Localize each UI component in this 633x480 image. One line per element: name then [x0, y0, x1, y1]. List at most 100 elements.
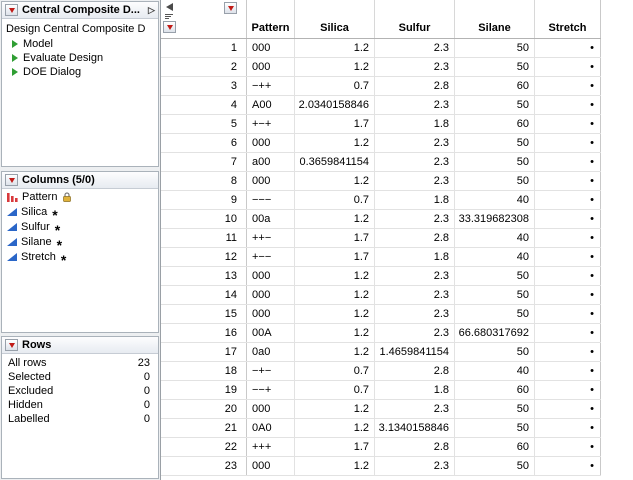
silane-cell[interactable]: 40 — [455, 362, 535, 380]
column-header-stretch[interactable]: Stretch — [535, 0, 601, 38]
silane-cell[interactable]: 60 — [455, 115, 535, 133]
silane-cell[interactable]: 50 — [455, 400, 535, 418]
silane-cell[interactable]: 50 — [455, 134, 535, 152]
stat-excluded[interactable]: Excluded 0 — [2, 384, 158, 398]
stretch-cell[interactable]: • — [535, 248, 601, 266]
sulfur-cell[interactable]: 2.3 — [375, 39, 455, 57]
silica-cell[interactable]: 1.2 — [295, 419, 375, 437]
row-number-cell[interactable]: 13 — [161, 267, 247, 285]
panel-expand-icon[interactable]: ▷ — [148, 5, 155, 16]
silica-cell[interactable]: 1.2 — [295, 267, 375, 285]
row-number-cell[interactable]: 18 — [161, 362, 247, 380]
silane-cell[interactable]: 66.680317692 — [455, 324, 535, 342]
silane-cell[interactable]: 33.319682308 — [455, 210, 535, 228]
silica-cell[interactable]: 0.7 — [295, 362, 375, 380]
sulfur-cell[interactable]: 2.3 — [375, 400, 455, 418]
sulfur-cell[interactable]: 2.3 — [375, 305, 455, 323]
silane-cell[interactable]: 50 — [455, 305, 535, 323]
list-icon[interactable] — [165, 14, 173, 20]
sulfur-cell[interactable]: 2.3 — [375, 286, 455, 304]
pattern-cell[interactable]: −+− — [247, 362, 295, 380]
stretch-cell[interactable]: • — [535, 438, 601, 456]
collapse-side-panels-icon[interactable] — [166, 3, 173, 11]
row-number-cell[interactable]: 20 — [161, 400, 247, 418]
sulfur-cell[interactable]: 2.3 — [375, 134, 455, 152]
pattern-cell[interactable]: 000 — [247, 58, 295, 76]
pattern-cell[interactable]: −++ — [247, 77, 295, 95]
pattern-cell[interactable]: 00A — [247, 324, 295, 342]
pattern-cell[interactable]: −−− — [247, 191, 295, 209]
pattern-cell[interactable]: 000 — [247, 457, 295, 475]
pattern-cell[interactable]: 000 — [247, 172, 295, 190]
sulfur-cell[interactable]: 2.3 — [375, 324, 455, 342]
silica-cell[interactable]: 1.7 — [295, 115, 375, 133]
silica-cell[interactable]: 0.3659841154 — [295, 153, 375, 171]
silica-cell[interactable]: 0.7 — [295, 381, 375, 399]
pattern-cell[interactable]: ++− — [247, 229, 295, 247]
silica-cell[interactable]: 0.7 — [295, 191, 375, 209]
column-item-pattern[interactable]: Pattern — [2, 189, 158, 204]
column-header-pattern[interactable]: Pattern — [247, 0, 295, 38]
pattern-cell[interactable]: 000 — [247, 267, 295, 285]
silane-cell[interactable]: 50 — [455, 457, 535, 475]
stretch-cell[interactable]: • — [535, 39, 601, 57]
stretch-cell[interactable]: • — [535, 286, 601, 304]
column-header-silica[interactable]: Silica — [295, 0, 375, 38]
pattern-cell[interactable]: +++ — [247, 438, 295, 456]
row-number-cell[interactable]: 15 — [161, 305, 247, 323]
pattern-cell[interactable]: 0a0 — [247, 343, 295, 361]
pattern-cell[interactable]: 000 — [247, 134, 295, 152]
sulfur-cell[interactable]: 1.8 — [375, 248, 455, 266]
silica-cell[interactable]: 1.2 — [295, 324, 375, 342]
design-script-doe-dialog[interactable]: DOE Dialog — [2, 65, 158, 79]
silica-cell[interactable]: 1.7 — [295, 229, 375, 247]
stretch-cell[interactable]: • — [535, 457, 601, 475]
row-number-cell[interactable]: 14 — [161, 286, 247, 304]
stretch-cell[interactable]: • — [535, 153, 601, 171]
row-number-cell[interactable]: 7 — [161, 153, 247, 171]
silane-cell[interactable]: 50 — [455, 153, 535, 171]
row-number-cell[interactable]: 4 — [161, 96, 247, 114]
silica-cell[interactable]: 1.2 — [295, 58, 375, 76]
sulfur-cell[interactable]: 2.3 — [375, 172, 455, 190]
row-number-cell[interactable]: 1 — [161, 39, 247, 57]
silane-cell[interactable]: 60 — [455, 381, 535, 399]
red-triangle-menu-icon[interactable] — [5, 174, 18, 186]
row-number-cell[interactable]: 11 — [161, 229, 247, 247]
silane-cell[interactable]: 50 — [455, 267, 535, 285]
silane-cell[interactable]: 40 — [455, 191, 535, 209]
silane-cell[interactable]: 50 — [455, 286, 535, 304]
sulfur-cell[interactable]: 1.8 — [375, 115, 455, 133]
stretch-cell[interactable]: • — [535, 115, 601, 133]
stretch-cell[interactable]: • — [535, 381, 601, 399]
stretch-cell[interactable]: • — [535, 58, 601, 76]
silane-cell[interactable]: 50 — [455, 39, 535, 57]
stretch-cell[interactable]: • — [535, 419, 601, 437]
silica-cell[interactable]: 1.2 — [295, 172, 375, 190]
sulfur-cell[interactable]: 2.3 — [375, 58, 455, 76]
sulfur-cell[interactable]: 1.8 — [375, 191, 455, 209]
sulfur-cell[interactable]: 1.8 — [375, 381, 455, 399]
pattern-cell[interactable]: 000 — [247, 286, 295, 304]
stretch-cell[interactable]: • — [535, 305, 601, 323]
column-header-silane[interactable]: Silane — [455, 0, 535, 38]
silica-cell[interactable]: 2.0340158846 — [295, 96, 375, 114]
sulfur-cell[interactable]: 3.1340158846 — [375, 419, 455, 437]
sulfur-cell[interactable]: 2.8 — [375, 438, 455, 456]
row-number-cell[interactable]: 17 — [161, 343, 247, 361]
column-item-silica[interactable]: Silica * — [2, 204, 158, 219]
rows-menu-button[interactable] — [163, 21, 176, 33]
silica-cell[interactable]: 1.2 — [295, 286, 375, 304]
stretch-cell[interactable]: • — [535, 172, 601, 190]
stretch-cell[interactable]: • — [535, 324, 601, 342]
column-item-silane[interactable]: Silane * — [2, 234, 158, 249]
row-number-cell[interactable]: 9 — [161, 191, 247, 209]
sulfur-cell[interactable]: 2.8 — [375, 362, 455, 380]
stretch-cell[interactable]: • — [535, 134, 601, 152]
silica-cell[interactable]: 0.7 — [295, 77, 375, 95]
stat-hidden[interactable]: Hidden 0 — [2, 398, 158, 412]
column-item-sulfur[interactable]: Sulfur * — [2, 219, 158, 234]
pattern-cell[interactable]: 0A0 — [247, 419, 295, 437]
pattern-cell[interactable]: +−− — [247, 248, 295, 266]
silane-cell[interactable]: 50 — [455, 419, 535, 437]
